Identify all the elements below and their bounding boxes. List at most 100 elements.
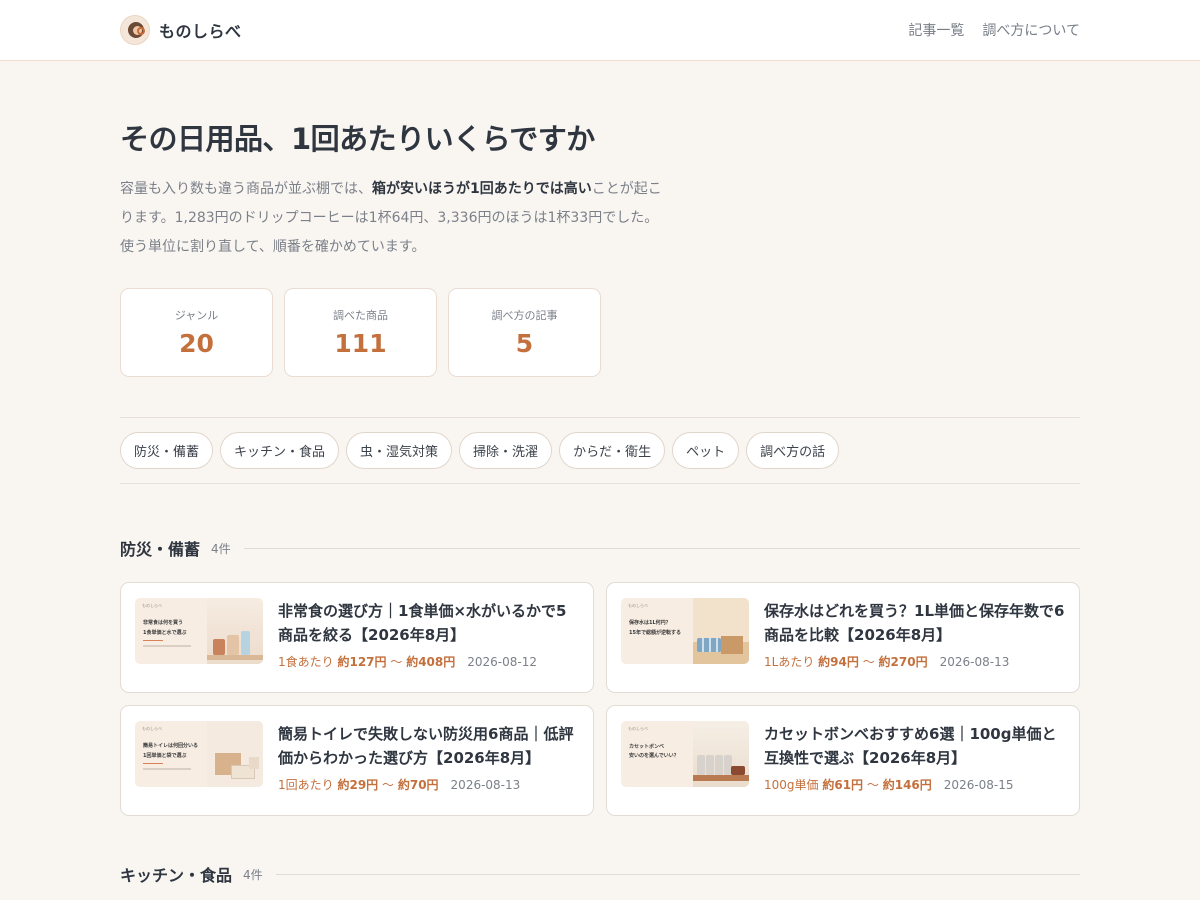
price-range: 1Lあたり 約94円 〜 約270円 — [764, 653, 928, 670]
header-nav: 記事一覧 調べ方について — [908, 20, 1080, 40]
article-body: 簡易トイレで失敗しない防災用6商品｜低評価からわかった選び方【2026年8月】 … — [278, 721, 579, 800]
nav-articles[interactable]: 記事一覧 — [908, 20, 964, 40]
stat-label: ジャンル — [174, 309, 219, 322]
article-card-emergency-food[interactable]: ものしらべ 非常食は何を買う 1食単価と水で選ぶ 非常食の選び方｜1食単価×水が… — [120, 582, 594, 693]
hero-title: その日用品、1回あたりいくらですか — [120, 122, 595, 156]
food-shelf-illustration — [207, 598, 263, 664]
price-high: 約146円 — [882, 778, 932, 792]
water-boxes-illustration — [693, 598, 749, 664]
chip-cleaning-laundry[interactable]: 掃除・洗濯 — [459, 432, 553, 469]
chip-kitchen[interactable]: キッチン・食品 — [220, 432, 340, 469]
article-thumbnail: ものしらべ 保存水は1L何円？ 15年で総額が逆転する — [621, 598, 749, 664]
gas-canisters-illustration — [693, 721, 749, 787]
price-unit: 100g単価 — [764, 778, 819, 792]
stat-card-genres: ジャンル 20 — [120, 288, 273, 377]
stat-value: 20 — [179, 329, 214, 358]
chip-body-hygiene[interactable]: からだ・衛生 — [559, 432, 666, 469]
article-date: 2026-08-15 — [943, 777, 1014, 792]
hero-lead-emphasis: 箱が安いほうが1回あたりでは高い — [372, 181, 592, 197]
hero-lead: 容量も入り数も違う商品が並ぶ棚では、箱が安いほうが1回あたりでは高いことが起こり… — [120, 175, 665, 262]
section-divider — [275, 873, 1080, 875]
stats-row: ジャンル 20 調べた商品 111 調べ方の記事 5 — [120, 288, 1080, 377]
price-low: 約61円 — [822, 778, 864, 792]
article-body: 非常食の選び方｜1食単価×水がいるかで5商品を絞る【2026年8月】 1食あたり… — [278, 598, 579, 677]
chip-pet[interactable]: ペット — [672, 432, 740, 469]
article-card-gas-canister[interactable]: ものしらべ カセットボンベ 安いのを選んでいい？ カセットボンベおすすめ6選｜1… — [606, 705, 1080, 816]
price-range: 100g単価 約61円 〜 約146円 — [764, 776, 932, 793]
price-separator: 〜 — [866, 778, 879, 792]
article-body: 保存水はどれを買う？1L単価と保存年数で6商品を比較【2026年8月】 1Lあた… — [764, 598, 1065, 677]
price-separator: 〜 — [390, 655, 403, 669]
section-kitchen: キッチン・食品 4件 — [120, 862, 1080, 886]
stat-value: 111 — [334, 329, 387, 358]
section-title[interactable]: 防災・備蓄 — [120, 536, 200, 560]
price-separator: 〜 — [862, 655, 875, 669]
article-title: 簡易トイレで失敗しない防災用6商品｜低評価からわかった選び方【2026年8月】 — [278, 725, 574, 767]
price-unit: 1回あたり — [278, 778, 334, 792]
header-inner: ものしらべ 記事一覧 調べ方について — [120, 0, 1080, 60]
price-low: 約29円 — [337, 778, 379, 792]
stat-value: 5 — [515, 329, 534, 358]
article-meta: 1回あたり 約29円 〜 約70円 2026-08-13 — [278, 776, 579, 793]
chip-method[interactable]: 調べ方の話 — [746, 432, 840, 469]
price-low: 約127円 — [337, 655, 387, 669]
price-high: 約408円 — [406, 655, 456, 669]
hero-lead-part-1: 容量も入り数も違う商品が並ぶ棚では、 — [120, 181, 372, 197]
stat-card-products: 調べた商品 111 — [284, 288, 437, 377]
section-disaster: 防災・備蓄 4件 ものしらべ 非常食は何を買う 1食単価と水で選ぶ 非常食の選び… — [120, 536, 1080, 816]
chip-disaster[interactable]: 防災・備蓄 — [120, 432, 214, 469]
article-title: 保存水はどれを買う？1L単価と保存年数で6商品を比較【2026年8月】 — [764, 602, 1065, 644]
section-header: 防災・備蓄 4件 — [120, 536, 1080, 560]
section-header: キッチン・食品 4件 — [120, 862, 1080, 886]
article-date: 2026-08-12 — [467, 654, 538, 669]
brand-logo-icon — [120, 15, 150, 45]
thumbnail-headline: 簡易トイレは何回分いる — [143, 743, 199, 749]
article-grid: ものしらべ 非常食は何を買う 1食単価と水で選ぶ 非常食の選び方｜1食単価×水が… — [120, 582, 1080, 816]
price-low: 約94円 — [818, 655, 859, 669]
article-body: カセットボンベおすすめ6選｜100g単価と互換性で選ぶ【2026年8月】 100… — [764, 721, 1065, 800]
article-title: 非常食の選び方｜1食単価×水がいるかで5商品を絞る【2026年8月】 — [278, 602, 567, 644]
chip-pests-humidity[interactable]: 虫・湿気対策 — [346, 432, 453, 469]
article-thumbnail: ものしらべ 非常食は何を買う 1食単価と水で選ぶ — [135, 598, 263, 664]
nav-about-method[interactable]: 調べ方について — [982, 20, 1080, 40]
thumbnail-headline: 保存水は1L何円？ — [629, 620, 671, 626]
thumbnail-brand: ものしらべ — [628, 726, 648, 731]
article-thumbnail: ものしらべ 簡易トイレは何回分いる 1回単価と袋で選ぶ — [135, 721, 263, 787]
thumbnail-subheadline: 15年で総額が逆転する — [629, 630, 681, 636]
article-thumbnail: ものしらべ カセットボンベ 安いのを選んでいい？ — [621, 721, 749, 787]
price-high: 約270円 — [878, 655, 928, 669]
thumbnail-subheadline: 1回単価と袋で選ぶ — [143, 753, 187, 759]
price-separator: 〜 — [382, 778, 395, 792]
brand-link[interactable]: ものしらべ — [120, 15, 242, 45]
thumbnail-brand: ものしらべ — [142, 603, 162, 608]
thumbnail-headline: カセットボンベ — [629, 744, 665, 750]
article-card-stored-water[interactable]: ものしらべ 保存水は1L何円？ 15年で総額が逆転する 保存水はどれを買う？1L… — [606, 582, 1080, 693]
article-date: 2026-08-13 — [450, 777, 521, 792]
article-meta: 1食あたり 約127円 〜 約408円 2026-08-12 — [278, 653, 579, 670]
section-title[interactable]: キッチン・食品 — [120, 862, 232, 886]
thumbnail-headline: 非常食は何を買う — [143, 620, 184, 626]
stat-label: 調べ方の記事 — [491, 309, 558, 322]
stat-card-method-articles: 調べ方の記事 5 — [448, 288, 601, 377]
category-chips: 防災・備蓄 キッチン・食品 虫・湿気対策 掃除・洗濯 からだ・衛生 ペット 調べ… — [120, 417, 1080, 484]
article-meta: 100g単価 約61円 〜 約146円 2026-08-15 — [764, 776, 1065, 793]
section-count: 4件 — [243, 867, 263, 882]
thumbnail-subheadline: 1食単価と水で選ぶ — [143, 630, 187, 636]
thumbnail-brand: ものしらべ — [628, 603, 648, 608]
price-unit: 1食あたり — [278, 655, 334, 669]
thumbnail-brand: ものしらべ — [142, 726, 162, 731]
section-divider — [243, 547, 1080, 549]
article-date: 2026-08-13 — [939, 654, 1010, 669]
price-high: 約70円 — [397, 778, 439, 792]
section-count: 4件 — [211, 541, 231, 556]
article-meta: 1Lあたり 約94円 〜 約270円 2026-08-13 — [764, 653, 1065, 670]
price-range: 1回あたり 約29円 〜 約70円 — [278, 776, 439, 793]
article-card-portable-toilet[interactable]: ものしらべ 簡易トイレは何回分いる 1回単価と袋で選ぶ 簡易トイレで失敗しない防… — [120, 705, 594, 816]
price-range: 1食あたり 約127円 〜 約408円 — [278, 653, 455, 670]
stat-label: 調べた商品 — [333, 309, 388, 322]
price-unit: 1Lあたり — [764, 655, 815, 669]
toilet-kit-illustration — [207, 721, 263, 787]
article-title: カセットボンベおすすめ6選｜100g単価と互換性で選ぶ【2026年8月】 — [764, 725, 1057, 767]
site-header: ものしらべ 記事一覧 調べ方について — [0, 0, 1200, 61]
thumbnail-subheadline: 安いのを選んでいい？ — [629, 753, 679, 759]
